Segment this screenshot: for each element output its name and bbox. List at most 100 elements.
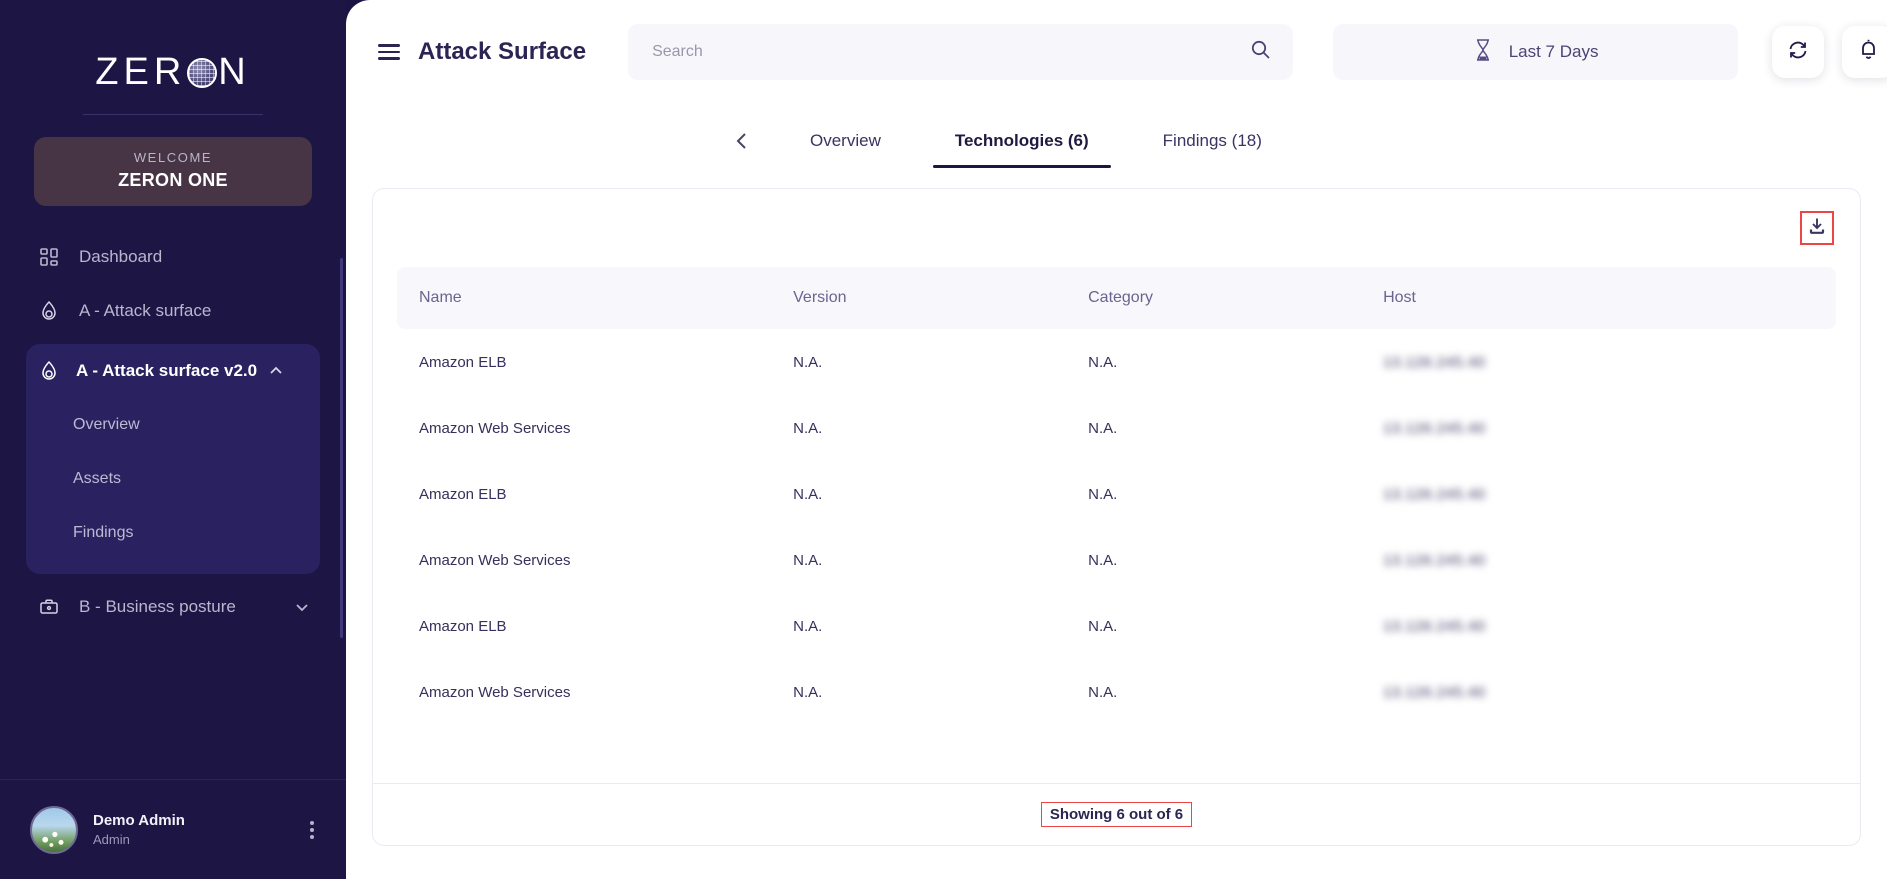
sidebar-item-dashboard[interactable]: Dashboard [0, 230, 346, 284]
search-container[interactable] [628, 24, 1294, 80]
table-row[interactable]: Amazon ELB N.A. N.A. 13.126.245.40 [397, 329, 1836, 395]
logo-text-after: N [218, 50, 251, 93]
bell-notification-icon [1857, 38, 1880, 66]
avatar [30, 805, 78, 854]
technologies-table-card: Name Version Category Host Amazon ELB N.… [372, 188, 1861, 846]
column-header-category[interactable]: Category [1066, 267, 1362, 329]
tab-findings[interactable]: Findings (18) [1135, 114, 1290, 168]
tab-bar: Overview Technologies (6) Findings (18) [346, 104, 1887, 178]
sidebar-item-label: A - Attack surface v2.0 [76, 361, 258, 380]
cell-host: 13.126.245.40 [1383, 353, 1486, 371]
table-row[interactable]: Amazon ELB N.A. N.A. 13.126.245.40 [397, 461, 1836, 527]
flame-drop-icon [36, 298, 62, 324]
sidebar-subitem-findings[interactable]: Findings [26, 506, 320, 560]
cell-category: N.A. [1088, 683, 1118, 701]
back-button[interactable] [720, 119, 764, 163]
app-root: ZER N WELCOME ZERON ONE Dashboard A - At… [0, 0, 1887, 879]
cell-host: 13.126.245.40 [1383, 683, 1486, 701]
table-scroll-region[interactable]: Name Version Category Host Amazon ELB N.… [373, 267, 1860, 783]
cell-version: N.A. [793, 551, 823, 569]
organization-name: ZERON ONE [118, 170, 228, 190]
sidebar-subitem-label: Findings [73, 524, 134, 541]
cell-name: Amazon Web Services [419, 683, 571, 701]
cell-category: N.A. [1088, 485, 1118, 503]
sidebar-nav: Dashboard A - Attack surface A - Attack … [0, 230, 346, 779]
hamburger-menu-icon[interactable] [376, 40, 402, 64]
cell-category: N.A. [1088, 419, 1118, 437]
table-toolbar [373, 189, 1860, 267]
chevron-down-icon[interactable] [292, 599, 312, 615]
search-icon[interactable] [1250, 39, 1271, 65]
table-row[interactable]: Amazon Web Services N.A. N.A. 13.126.245… [397, 527, 1836, 593]
user-profile-text: Demo Admin Admin [93, 812, 304, 847]
sidebar-item-label: B - Business posture [79, 597, 236, 616]
page-title: Attack Surface [418, 38, 587, 65]
user-name: Demo Admin [93, 812, 185, 829]
tab-technologies[interactable]: Technologies (6) [927, 114, 1117, 168]
sidebar-item-attack-surface-v2[interactable]: A - Attack surface v2.0 [26, 344, 320, 398]
refresh-button[interactable] [1772, 26, 1825, 78]
cell-name: Amazon ELB [419, 353, 507, 371]
hourglass-icon [1473, 38, 1493, 67]
top-header: Attack Surface Search Last 7 Days [346, 0, 1887, 104]
cell-host: 13.126.245.40 [1383, 617, 1486, 635]
sidebar-item-label: A - Attack surface [79, 301, 212, 320]
date-range-label: Last 7 Days [1508, 42, 1599, 61]
welcome-card: WELCOME ZERON ONE [34, 137, 312, 206]
table-row[interactable]: Amazon ELB N.A. N.A. 13.126.245.40 [397, 593, 1836, 659]
tab-label: Findings (18) [1162, 131, 1262, 150]
cell-host: 13.126.245.40 [1383, 419, 1486, 437]
sidebar-item-attack-surface[interactable]: A - Attack surface [0, 284, 346, 338]
table-body: Amazon ELB N.A. N.A. 13.126.245.40 Amazo… [397, 329, 1836, 725]
user-profile[interactable]: Demo Admin Admin [0, 779, 346, 879]
cell-category: N.A. [1088, 551, 1118, 569]
sidebar-subitem-overview[interactable]: Overview [26, 398, 320, 452]
table-card-wrapper: Name Version Category Host Amazon ELB N.… [346, 178, 1887, 879]
sidebar-subitem-assets[interactable]: Assets [26, 452, 320, 506]
download-button[interactable] [1800, 211, 1834, 245]
cell-host: 13.126.245.40 [1383, 485, 1486, 503]
sidebar-item-label: Dashboard [79, 247, 163, 266]
sidebar-subitem-label: Overview [73, 416, 140, 433]
refresh-sync-icon [1786, 38, 1810, 67]
column-header-name[interactable]: Name [397, 267, 772, 329]
download-icon [1807, 216, 1827, 241]
cell-host: 13.126.245.40 [1383, 551, 1486, 569]
sidebar: ZER N WELCOME ZERON ONE Dashboard A - At… [0, 0, 346, 879]
notification-button[interactable] [1842, 26, 1887, 78]
cell-version: N.A. [793, 353, 823, 371]
cell-version: N.A. [793, 419, 823, 437]
kebab-menu-icon[interactable] [304, 815, 320, 845]
cell-name: Amazon Web Services [419, 551, 571, 569]
logo-divider [83, 114, 263, 115]
technologies-table: Name Version Category Host Amazon ELB N.… [397, 267, 1836, 725]
sidebar-subitem-label: Assets [73, 470, 122, 487]
tab-label: Overview [810, 131, 881, 150]
table-footer: Showing 6 out of 6 [373, 783, 1860, 845]
cell-name: Amazon ELB [419, 485, 507, 503]
sidebar-scrollbar[interactable] [340, 258, 343, 638]
date-range-picker[interactable]: Last 7 Days [1333, 24, 1739, 80]
tab-label: Technologies (6) [954, 131, 1089, 150]
table-head: Name Version Category Host [397, 267, 1836, 329]
globe-icon [187, 58, 218, 88]
cell-category: N.A. [1088, 617, 1118, 635]
search-input[interactable] [652, 43, 1251, 61]
logo-text-before: ZER [95, 50, 187, 93]
cell-name: Amazon ELB [419, 617, 507, 635]
cell-category: N.A. [1088, 353, 1118, 371]
column-header-host[interactable]: Host [1361, 267, 1836, 329]
chevron-up-icon[interactable] [266, 363, 286, 379]
sidebar-item-business-posture[interactable]: B - Business posture [0, 580, 346, 634]
main-content: Attack Surface Search Last 7 Days Overvi… [346, 0, 1887, 879]
cell-version: N.A. [793, 683, 823, 701]
brand-logo[interactable]: ZER N [0, 0, 346, 100]
user-role: Admin [93, 832, 130, 847]
sidebar-group-attack-surface-v2: A - Attack surface v2.0 Overview Assets … [26, 344, 320, 574]
tab-overview[interactable]: Overview [782, 114, 909, 168]
table-row[interactable]: Amazon Web Services N.A. N.A. 13.126.245… [397, 659, 1836, 725]
column-header-version[interactable]: Version [771, 267, 1067, 329]
grid-dashboard-icon [36, 244, 62, 270]
table-row[interactable]: Amazon Web Services N.A. N.A. 13.126.245… [397, 395, 1836, 461]
cell-version: N.A. [793, 617, 823, 635]
